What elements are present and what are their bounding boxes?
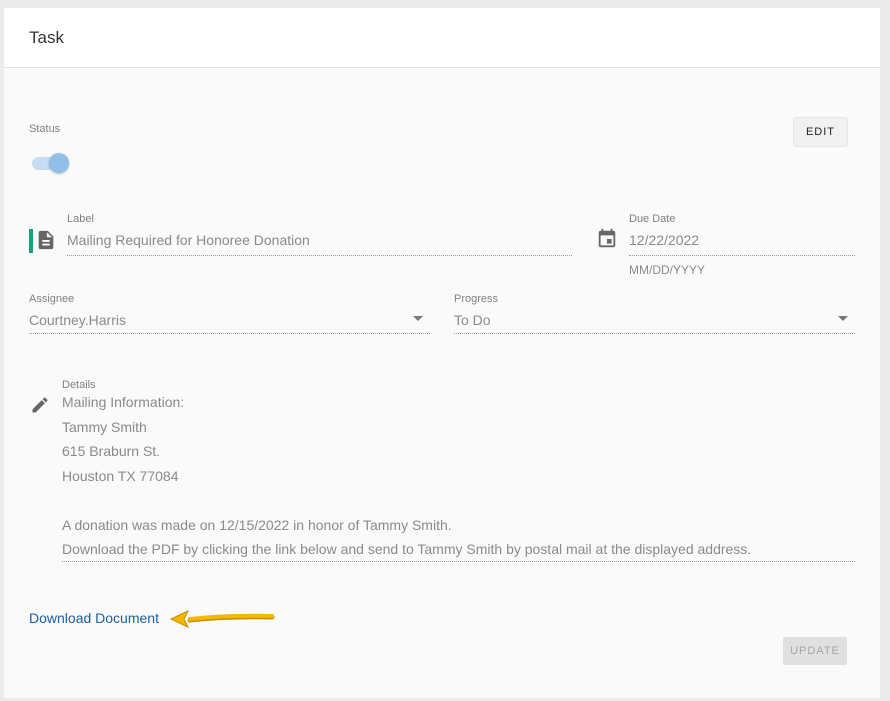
status-label: Status — [29, 123, 61, 135]
details-line: 615 Braburn St. — [62, 443, 161, 459]
calendar-icon[interactable] — [596, 228, 618, 250]
label-underline — [67, 255, 572, 256]
details-underline — [62, 561, 855, 562]
due-date-input[interactable]: 12/22/2022 — [629, 232, 699, 248]
progress-select[interactable]: To Do — [454, 312, 491, 328]
download-document-link[interactable]: Download Document — [29, 610, 159, 626]
due-date-hint: MM/DD/YYYY — [629, 263, 706, 277]
details-line: Tammy Smith — [62, 419, 147, 435]
assignee-label: Assignee — [29, 293, 75, 305]
card-header: Task — [4, 8, 880, 68]
status-toggle[interactable] — [30, 152, 72, 174]
assignee-underline — [29, 333, 430, 334]
document-icon — [38, 230, 54, 250]
assignee-select[interactable]: Courtney.Harris — [29, 312, 126, 328]
update-button[interactable]: UPDATE — [783, 637, 847, 665]
pencil-icon — [32, 397, 48, 413]
assignee-chevron-down-icon[interactable] — [413, 316, 423, 321]
edit-button[interactable]: EDIT — [794, 118, 847, 146]
due-date-underline — [629, 255, 855, 256]
task-card: Task Status EDIT Label Mailing Required … — [4, 8, 880, 698]
toggle-thumb — [49, 153, 69, 173]
progress-label: Progress — [454, 293, 499, 305]
details-line: Mailing Information: — [62, 394, 185, 410]
left-arrow-icon — [169, 609, 275, 629]
label-accent-bar — [29, 229, 33, 253]
label-input[interactable]: Mailing Required for Honoree Donation — [67, 232, 310, 248]
due-date-label: Due Date — [629, 213, 676, 225]
label-field-label: Label — [67, 213, 94, 225]
progress-chevron-down-icon[interactable] — [838, 316, 848, 321]
details-line: A donation was made on 12/15/2022 in hon… — [62, 517, 452, 533]
details-label: Details — [62, 379, 96, 391]
details-line: Download the PDF by clicking the link be… — [62, 541, 752, 557]
progress-underline — [454, 333, 855, 334]
details-line: Houston TX 77084 — [62, 468, 179, 484]
card-title: Task — [29, 28, 64, 47]
